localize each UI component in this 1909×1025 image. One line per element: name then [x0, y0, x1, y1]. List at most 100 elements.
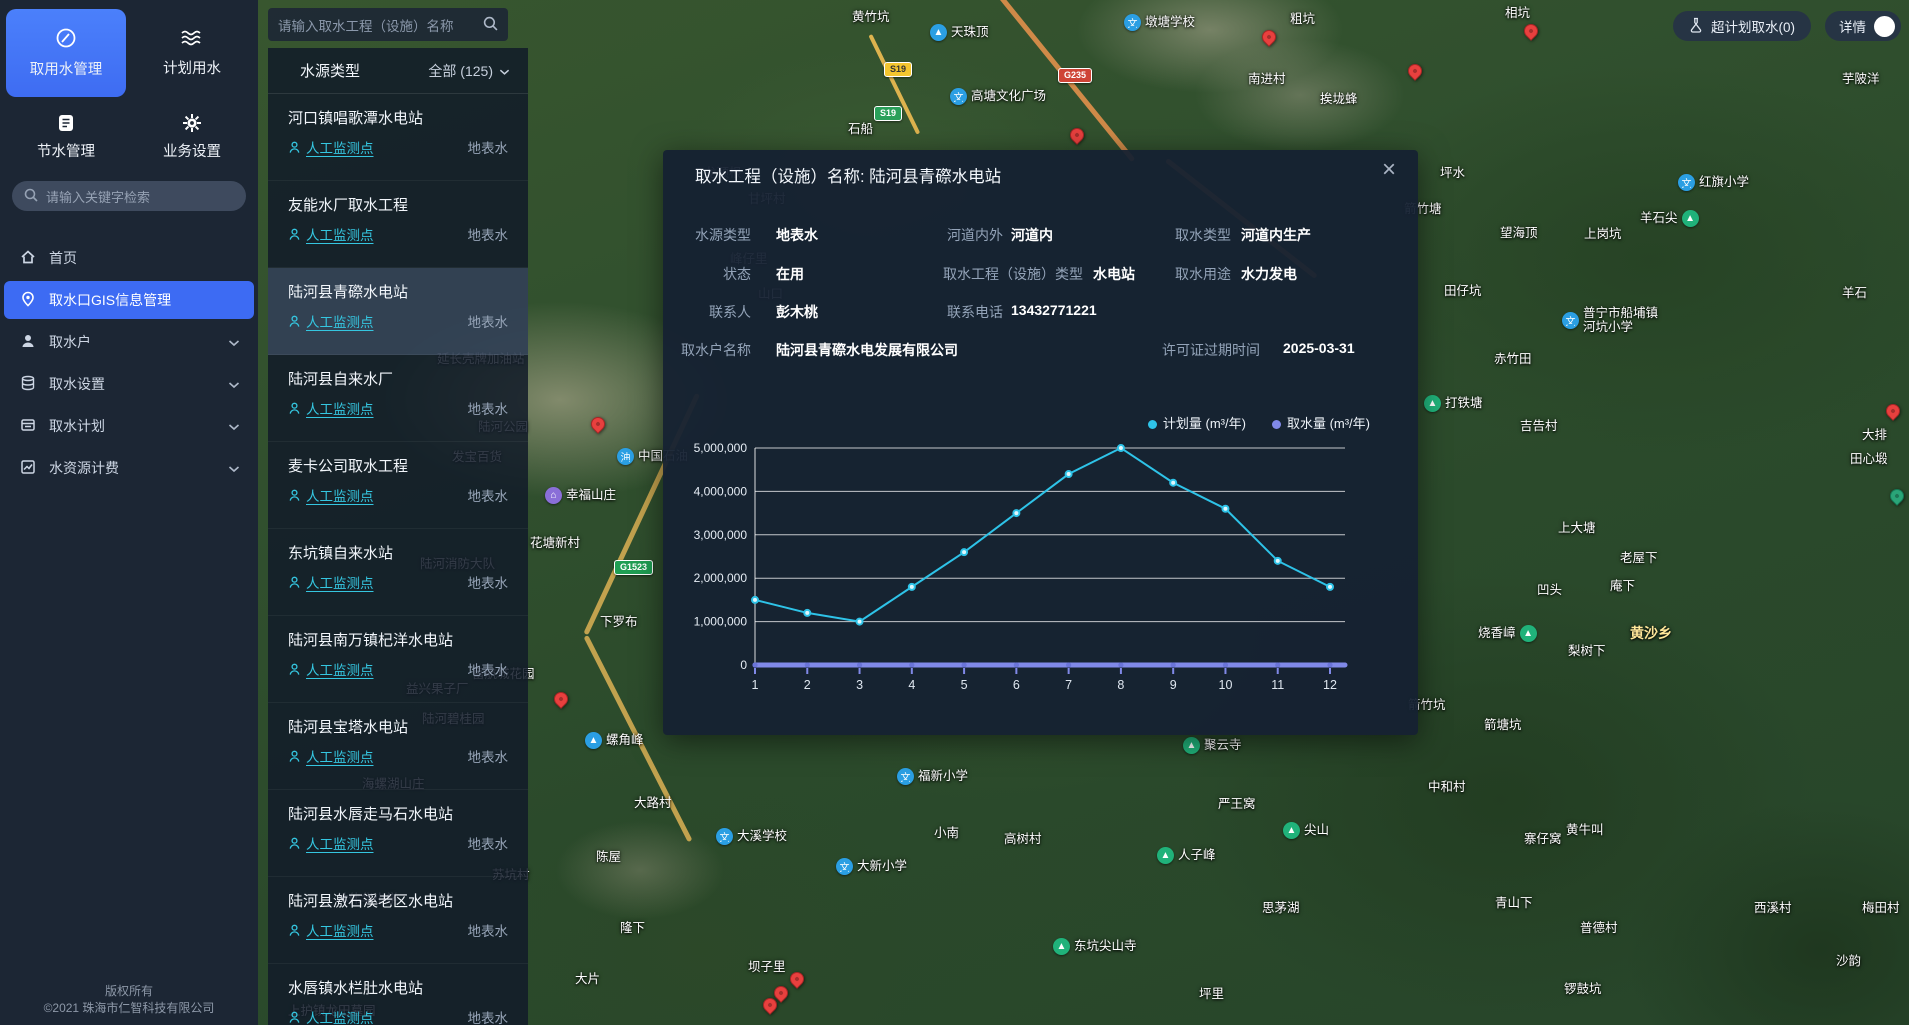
- map-pin-red[interactable]: [1883, 401, 1903, 421]
- list-item[interactable]: 陆河县水唇走马石水电站人工监测点地表水: [268, 790, 528, 877]
- filter-dropdown[interactable]: 全部 (125): [428, 61, 510, 81]
- sidebar: 取用水管理 计划用水 节水管理 业务设置 请输入关键字检索 首页 取水口GIS信…: [0, 0, 258, 1025]
- monitor-link[interactable]: 人工监测点: [288, 1007, 374, 1025]
- map-pin-red[interactable]: [1067, 125, 1087, 145]
- station-name: 陆河县宝塔水电站: [288, 716, 508, 737]
- toggle-knob[interactable]: [1874, 16, 1895, 37]
- person-icon: [288, 141, 301, 154]
- list-item[interactable]: 陆河县宝塔水电站人工监测点地表水: [268, 703, 528, 790]
- map-pin-red[interactable]: [1521, 21, 1541, 41]
- list-item[interactable]: 陆河县自来水厂人工监测点地表水: [268, 355, 528, 442]
- person-icon: [288, 576, 301, 589]
- school-poi-icon[interactable]: 文: [716, 828, 733, 845]
- sidebar-item-intake-plan[interactable]: 取水计划: [4, 407, 254, 445]
- station-name: 陆河县南万镇杞洋水电站: [288, 629, 508, 650]
- field-label: 水源类型: [663, 225, 751, 245]
- map-pin-red[interactable]: [1259, 27, 1279, 47]
- map-poi: ▲打铁塘: [1424, 395, 1483, 412]
- mountain-poi-icon[interactable]: ▲: [1053, 938, 1070, 955]
- waves-icon: [180, 28, 204, 48]
- list-item[interactable]: 水唇镇水栏肚水电站人工监测点地表水: [268, 964, 528, 1025]
- monitor-link[interactable]: 人工监测点: [288, 572, 374, 592]
- station-search-input[interactable]: 请输入取水工程（设施）名称: [268, 8, 508, 41]
- monitor-link[interactable]: 人工监测点: [288, 920, 374, 940]
- tile-planned-water[interactable]: 计划用水: [132, 9, 252, 97]
- list-item[interactable]: 友能水厂取水工程人工监测点地表水: [268, 181, 528, 268]
- detail-toggle[interactable]: 详情: [1825, 11, 1901, 41]
- school-poi-icon[interactable]: 文: [1124, 14, 1141, 31]
- list-item[interactable]: 河口镇唱歌潭水电站人工监测点地表水: [268, 94, 528, 181]
- map-pin-red[interactable]: [588, 414, 608, 434]
- monitor-link[interactable]: 人工监测点: [288, 137, 374, 157]
- mountain-poi-icon[interactable]: ▲: [585, 732, 602, 749]
- monitor-link[interactable]: 人工监测点: [288, 398, 374, 418]
- list-item[interactable]: 东坑镇自来水站人工监测点地表水: [268, 529, 528, 616]
- tile-water-intake-mgmt[interactable]: 取用水管理: [6, 9, 126, 97]
- monitor-link[interactable]: 人工监测点: [288, 833, 374, 853]
- list-item[interactable]: 陆河县南万镇杞洋水电站人工监测点地表水: [268, 616, 528, 703]
- map-poi-label: 聚云寺: [1204, 738, 1242, 752]
- poi-icon[interactable]: 油: [617, 448, 634, 465]
- mountain-poi-icon[interactable]: ▲: [1183, 737, 1200, 754]
- list-item[interactable]: 陆河县青磜水电站人工监测点地表水: [268, 268, 528, 355]
- map-place-label: 坪水: [1440, 166, 1465, 181]
- map-place-label: 梨树下: [1568, 644, 1606, 659]
- person-icon: [288, 663, 301, 676]
- sidebar-item-home[interactable]: 首页: [4, 239, 254, 277]
- close-icon[interactable]: ×: [1382, 158, 1396, 182]
- tile-label: 计划用水: [163, 57, 221, 78]
- school-poi-icon[interactable]: 文: [1678, 174, 1695, 191]
- road-badge: S19: [874, 106, 902, 121]
- list-item[interactable]: 麦卡公司取水工程人工监测点地表水: [268, 442, 528, 529]
- monitor-link[interactable]: 人工监测点: [288, 224, 374, 244]
- map-pin-red[interactable]: [551, 689, 571, 709]
- map-place-label: 大片: [575, 972, 600, 987]
- search-icon[interactable]: [483, 16, 498, 34]
- school-poi-icon[interactable]: 文: [950, 88, 967, 105]
- map-place-label: 石船: [848, 122, 873, 137]
- mountain-poi-icon[interactable]: ▲: [1157, 847, 1174, 864]
- map-poi: ▲螺角峰: [585, 732, 644, 749]
- map-pin-red[interactable]: [787, 969, 807, 989]
- school-poi-icon[interactable]: 文: [1562, 312, 1579, 329]
- monitor-link[interactable]: 人工监测点: [288, 311, 374, 331]
- sidebar-search-input[interactable]: 请输入关键字检索: [12, 181, 246, 211]
- person-icon: [288, 750, 301, 763]
- module-tiles: 取用水管理 计划用水 节水管理 业务设置: [0, 0, 258, 163]
- mountain-poi-icon[interactable]: ▲: [1682, 210, 1699, 227]
- monitor-link[interactable]: 人工监测点: [288, 746, 374, 766]
- sidebar-item-water-users[interactable]: 取水户: [4, 323, 254, 361]
- over-plan-intake-button[interactable]: 超计划取水(0): [1673, 11, 1811, 41]
- sidebar-item-gis-info[interactable]: 取水口GIS信息管理: [4, 281, 254, 319]
- person-icon: [288, 228, 301, 241]
- gear-icon: [182, 113, 202, 133]
- mountain-poi-icon[interactable]: ▲: [1520, 625, 1537, 642]
- field-label: 许可证过期时间: [1063, 340, 1260, 360]
- water-source-label: 地表水: [468, 572, 509, 592]
- list-item[interactable]: 陆河县激石溪老区水电站人工监测点地表水: [268, 877, 528, 964]
- flask-icon: [1689, 17, 1703, 36]
- tile-water-saving-mgmt[interactable]: 节水管理: [6, 111, 126, 163]
- mountain-poi-icon[interactable]: ▲: [930, 24, 947, 41]
- sidebar-item-label: 首页: [49, 248, 240, 268]
- mountain-poi-icon[interactable]: ▲: [1283, 822, 1300, 839]
- school-poi-icon[interactable]: 文: [897, 768, 914, 785]
- monitor-link[interactable]: 人工监测点: [288, 485, 374, 505]
- svg-text:5,000,000: 5,000,000: [694, 441, 748, 455]
- meter-icon: [55, 27, 77, 49]
- sidebar-item-intake-settings[interactable]: 取水设置: [4, 365, 254, 403]
- map-place-label: 下罗布: [600, 615, 638, 630]
- mountain-poi-icon[interactable]: ▲: [1424, 395, 1441, 412]
- monitor-link[interactable]: 人工监测点: [288, 659, 374, 679]
- tile-business-settings[interactable]: 业务设置: [132, 111, 252, 163]
- sidebar-item-water-billing[interactable]: 水资源计费: [4, 449, 254, 487]
- svg-text:5: 5: [961, 678, 968, 692]
- poi-icon[interactable]: ⌂: [545, 487, 562, 504]
- map-pin-green[interactable]: [1887, 486, 1907, 506]
- field-value: 河道内生产: [1241, 225, 1311, 245]
- field-label: 河道内外: [853, 225, 1003, 245]
- map-place-label: 沙韵: [1836, 954, 1861, 969]
- map-pin-red[interactable]: [1405, 61, 1425, 81]
- field-label: 取水工程（设施）类型: [853, 264, 1083, 284]
- school-poi-icon[interactable]: 文: [836, 858, 853, 875]
